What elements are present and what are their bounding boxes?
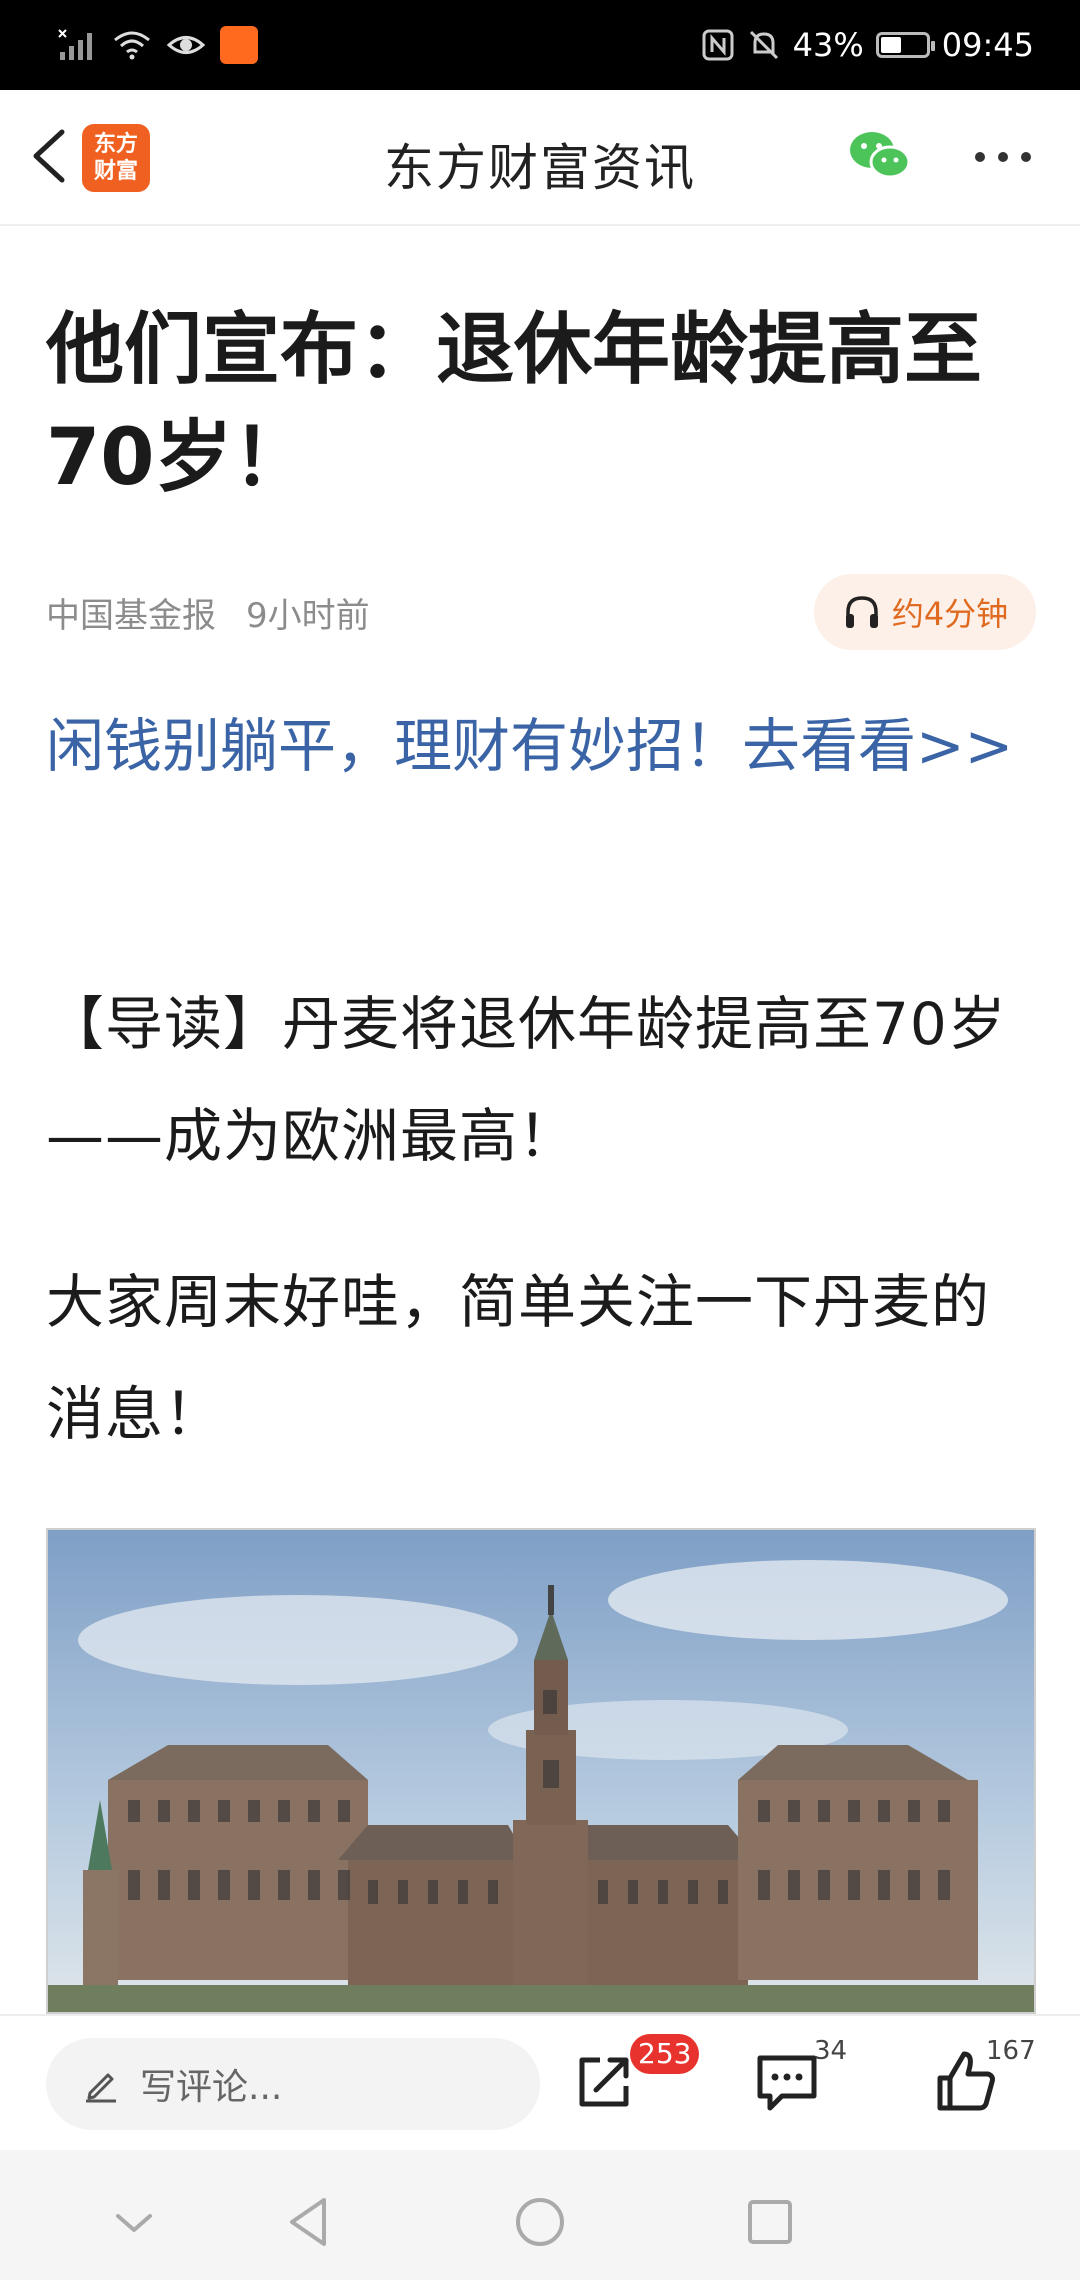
- article-paragraph-intro: 【导读】丹麦将退休年龄提高至70岁——成为欧洲最高！: [46, 990, 1007, 1170]
- share-count-badge: 253: [630, 2034, 700, 2074]
- article-paragraph: 大家周末好哇，简单关注一下丹麦的消息！: [46, 1268, 991, 1448]
- headphones-icon: [845, 596, 878, 628]
- status-bar: 43% 09:45: [0, 0, 1080, 90]
- eye-icon: [166, 36, 206, 54]
- comment-placeholder: 写评论...: [140, 2067, 283, 2108]
- battery-icon: [875, 32, 935, 58]
- page-title: 东方财富资讯: [384, 139, 696, 197]
- nfc-icon: [702, 29, 734, 61]
- system-nav-bar: [0, 2150, 1080, 2280]
- article-time: 9小时前: [246, 596, 370, 636]
- palace-illustration: [48, 1530, 1034, 2012]
- notification-app-icon: [220, 26, 258, 64]
- nav-home-icon[interactable]: [510, 2192, 570, 2252]
- nav-recents-icon[interactable]: [740, 2192, 800, 2252]
- wifi-icon: [114, 31, 150, 60]
- comment-input[interactable]: 写评论...: [46, 2038, 540, 2130]
- bottom-action-bar: 写评论... 253 34 167: [0, 2014, 1080, 2152]
- listen-duration: 约4分钟: [891, 595, 1009, 633]
- signal-icon: [58, 29, 92, 60]
- mute-bell-icon: [749, 30, 778, 60]
- pencil-icon: [86, 2073, 116, 2103]
- status-right: 43% 09:45: [701, 22, 1034, 68]
- likes-count: 167: [986, 2036, 1036, 2066]
- wechat-icon[interactable]: [846, 126, 912, 186]
- more-options-icon[interactable]: [970, 130, 1036, 184]
- clock: 09:45: [941, 26, 1034, 64]
- article-meta: 中国基金报 9小时前: [46, 588, 370, 637]
- status-left: [58, 24, 258, 66]
- promo-link[interactable]: 闲钱别躺平，理财有妙招！去看看>>: [46, 690, 1036, 802]
- battery-percent: 43%: [792, 26, 864, 64]
- chevron-down-icon[interactable]: [104, 2192, 164, 2252]
- article-source[interactable]: 中国基金报: [46, 588, 216, 637]
- app-bar: 东方 财富 东方财富资讯: [0, 90, 1080, 226]
- article-image[interactable]: [46, 1528, 1036, 2014]
- nav-back-icon[interactable]: [280, 2192, 340, 2252]
- listen-button[interactable]: 约4分钟: [814, 574, 1036, 650]
- article-headline: 他们宣布：退休年龄提高至70岁！: [46, 305, 983, 503]
- comments-count: 34: [814, 2036, 848, 2066]
- battery-fill: [880, 37, 902, 53]
